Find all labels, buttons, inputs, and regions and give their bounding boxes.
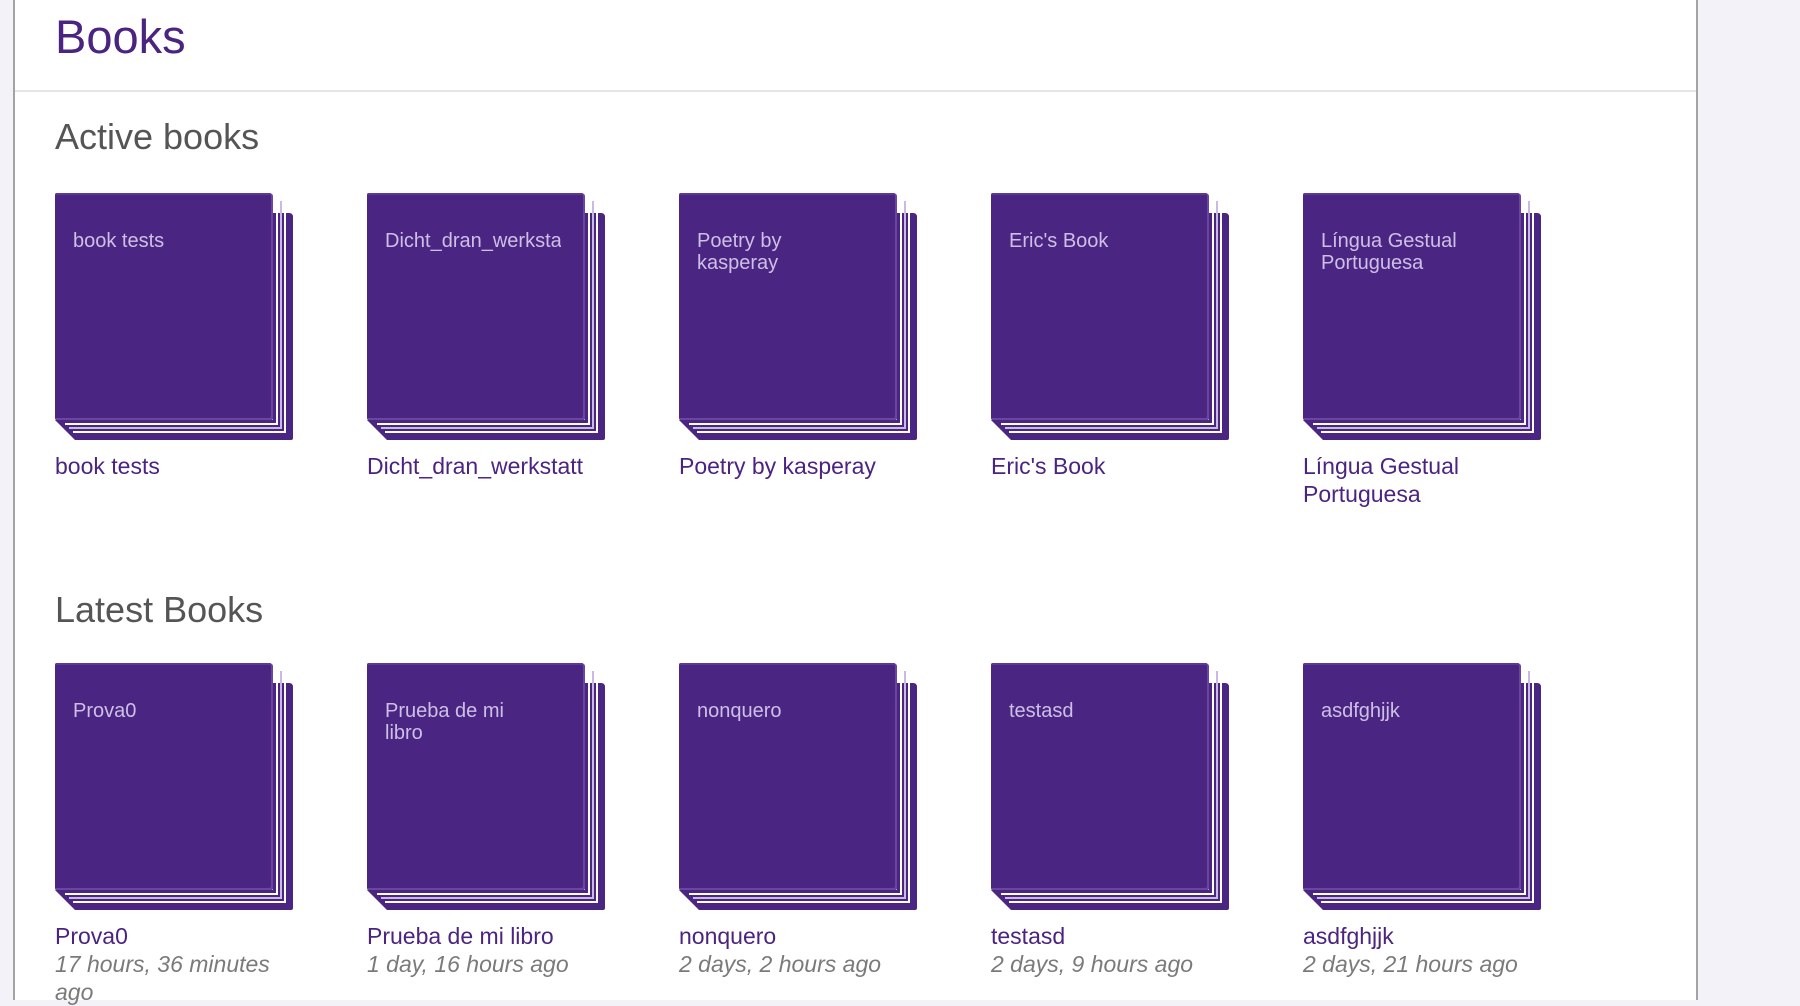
book-item[interactable]: Prueba de mi libro Prueba de mi libro 1 … <box>367 663 647 977</box>
cover-front: asdfghjjk <box>1303 663 1521 890</box>
book-title-link[interactable]: Língua Gestual Portuguesa <box>1303 452 1503 508</box>
latest-books-heading: Latest Books <box>55 589 264 630</box>
book-cover[interactable]: Prueba de mi libro <box>367 663 607 910</box>
cover-front: Língua Gestual Portuguesa <box>1303 193 1521 420</box>
book-item[interactable]: Dicht_dran_werkstatt Dicht_dran_werkstat… <box>367 193 647 479</box>
book-updated-time: 2 days, 9 hours ago <box>991 951 1194 977</box>
book-item[interactable]: testasd testasd 2 days, 9 hours ago <box>991 663 1271 977</box>
book-title-link[interactable]: asdfghjjk <box>1303 922 1573 950</box>
active-books-heading: Active books <box>55 116 260 157</box>
book-cover[interactable]: book tests <box>55 193 295 440</box>
page-title: Books <box>55 10 186 63</box>
book-updated-time: 2 days, 21 hours ago <box>1303 951 1518 977</box>
book-title-link[interactable]: Dicht_dran_werkstatt <box>367 452 637 480</box>
book-updated-time: 2 days, 2 hours ago <box>679 951 882 977</box>
book-item[interactable]: Eric's Book Eric's Book <box>991 193 1271 479</box>
cover-front: testasd <box>991 663 1209 890</box>
book-cover[interactable]: Prova0 <box>55 663 295 910</box>
book-item[interactable]: Poetry by kasperay Poetry by kasperay <box>679 193 959 479</box>
main-panel: Books Active books book tests book tests… <box>13 0 1698 1005</box>
book-cover[interactable]: testasd <box>991 663 1231 910</box>
cover-front: Poetry by kasperay <box>679 193 897 420</box>
cover-front: Prova0 <box>55 663 273 890</box>
cover-front: Eric's Book <box>991 193 1209 420</box>
book-title-link[interactable]: Prova0 <box>55 922 325 950</box>
book-title-link[interactable]: Prueba de mi libro <box>367 922 637 950</box>
book-item[interactable]: Língua Gestual Portuguesa Língua Gestual… <box>1303 193 1583 507</box>
cover-label: book tests <box>73 230 165 252</box>
cover-label: Eric's Book <box>1009 230 1109 252</box>
book-title-link[interactable]: nonquero <box>679 922 949 950</box>
book-cover[interactable]: Poetry by kasperay <box>679 193 919 440</box>
book-cover[interactable]: Língua Gestual Portuguesa <box>1303 193 1543 440</box>
cover-front: nonquero <box>679 663 897 890</box>
cover-label: Poetry by kasperay <box>697 230 782 274</box>
book-cover[interactable]: nonquero <box>679 663 919 910</box>
cover-label: Prova0 <box>73 700 137 722</box>
cover-front: Dicht_dran_werkstatt <box>367 193 585 420</box>
latest-books-list: Prova0 Prova0 17 hours, 36 minutes ago P… <box>55 663 1655 1005</box>
cover-front: Prueba de mi libro <box>367 663 585 890</box>
cover-label: asdfghjjk <box>1321 700 1400 722</box>
book-title-link[interactable]: book tests <box>55 452 325 480</box>
book-title-link[interactable]: testasd <box>991 922 1261 950</box>
active-books-list: book tests book tests Dicht_dran_werksta… <box>55 193 1655 523</box>
book-updated-time: 1 day, 16 hours ago <box>367 951 569 977</box>
book-updated-time: 17 hours, 36 minutes ago <box>55 951 270 1005</box>
book-item[interactable]: Prova0 Prova0 17 hours, 36 minutes ago <box>55 663 335 1005</box>
book-title-link[interactable]: Eric's Book <box>991 452 1261 480</box>
cover-label: Língua Gestual Portuguesa <box>1321 230 1457 274</box>
cover-front: book tests <box>55 193 273 420</box>
book-item[interactable]: book tests book tests <box>55 193 335 479</box>
book-item[interactable]: asdfghjjk asdfghjjk 2 days, 21 hours ago <box>1303 663 1583 977</box>
cover-label: nonquero <box>697 700 782 722</box>
cover-label: Dicht_dran_werkstatt <box>385 230 561 252</box>
book-cover[interactable]: Eric's Book <box>991 193 1231 440</box>
page-header: Books <box>15 0 1696 92</box>
cover-label: Prueba de mi libro <box>385 700 504 744</box>
cover-label: testasd <box>1009 700 1074 722</box>
book-item[interactable]: nonquero nonquero 2 days, 2 hours ago <box>679 663 959 977</box>
book-cover[interactable]: asdfghjjk <box>1303 663 1543 910</box>
book-cover[interactable]: Dicht_dran_werkstatt <box>367 193 607 440</box>
book-title-link[interactable]: Poetry by kasperay <box>679 452 949 480</box>
